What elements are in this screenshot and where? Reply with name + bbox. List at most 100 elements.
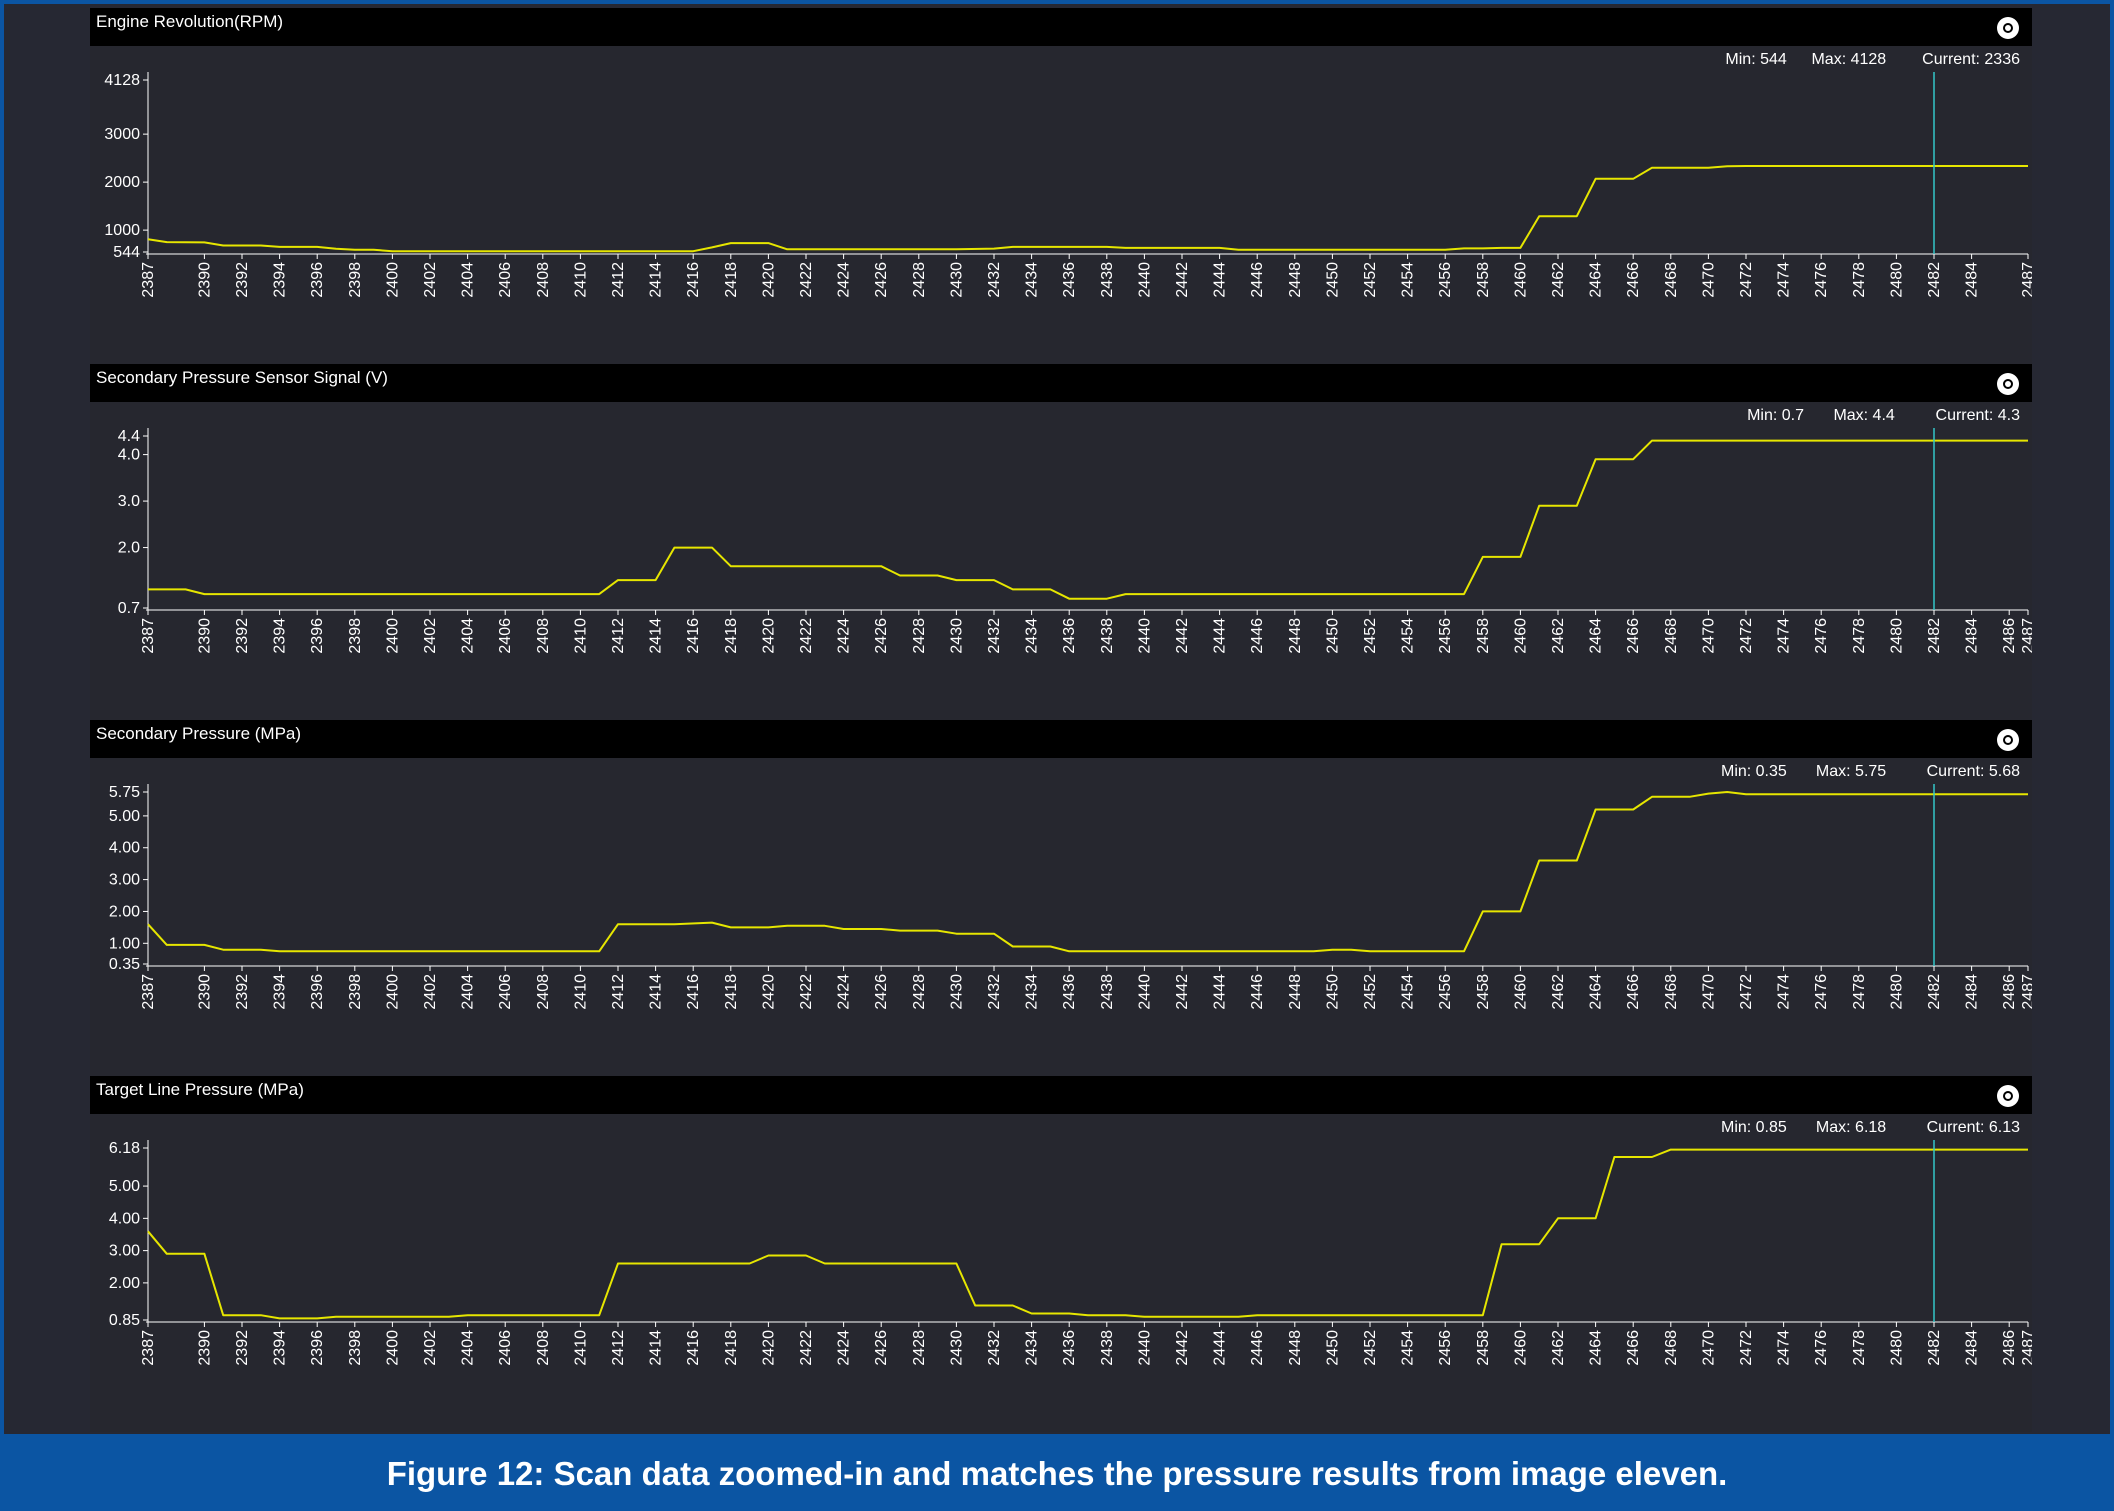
x-tick-label: 2436 [1061, 974, 1078, 1010]
x-tick-label: 2472 [1738, 618, 1755, 654]
y-tick-label: 4.00 [109, 1210, 140, 1227]
x-tick-label: 2400 [384, 262, 401, 298]
x-tick-label: 2474 [1776, 974, 1793, 1010]
x-tick-label: 2444 [1212, 618, 1229, 654]
y-tick-label: 2.0 [118, 540, 140, 557]
x-tick-label: 2387 [140, 262, 157, 298]
x-tick-label: 2420 [760, 618, 777, 654]
plot-background [90, 402, 2032, 720]
y-tick-label: 5.75 [109, 784, 140, 801]
x-tick-label: 2406 [497, 262, 514, 298]
x-tick-label: 2422 [798, 1330, 815, 1366]
x-tick-label: 2436 [1061, 618, 1078, 654]
chart-plot: Current: 6.13 Max: 6.18 Min: 0.85 0.85 2.00 3… [90, 1114, 2032, 1432]
x-tick-label: 2420 [760, 262, 777, 298]
x-tick-label: 2396 [309, 618, 326, 654]
x-tick-label: 2394 [272, 262, 289, 298]
x-tick-label: 2460 [1512, 1330, 1529, 1366]
x-tick-label: 2482 [1926, 618, 1943, 654]
x-tick-label: 2476 [1813, 618, 1830, 654]
x-tick-label: 2466 [1625, 974, 1642, 1010]
x-tick-label: 2442 [1174, 262, 1191, 298]
x-tick-label: 2468 [1663, 262, 1680, 298]
y-tick-label: 0.85 [109, 1312, 140, 1329]
x-tick-label: 2484 [1964, 618, 1981, 654]
x-tick-label: 2432 [986, 262, 1003, 298]
max-readout: Max: 4128 [1811, 51, 1886, 68]
y-tick-label: 2.00 [109, 903, 140, 920]
x-tick-label: 2420 [760, 974, 777, 1010]
x-tick-label: 2402 [422, 1330, 439, 1366]
x-tick-label: 2474 [1776, 262, 1793, 298]
x-tick-label: 2468 [1663, 618, 1680, 654]
x-tick-label: 2476 [1813, 974, 1830, 1010]
y-tick-label: 3.00 [109, 1243, 140, 1260]
x-tick-label: 2466 [1625, 618, 1642, 654]
x-tick-label: 2478 [1851, 974, 1868, 1010]
x-tick-label: 2450 [1324, 1330, 1341, 1366]
gear-icon[interactable] [1994, 14, 2022, 42]
x-tick-label: 2416 [685, 618, 702, 654]
x-tick-label: 2396 [309, 262, 326, 298]
x-tick-label: 2442 [1174, 1330, 1191, 1366]
x-tick-label: 2470 [1700, 1330, 1717, 1366]
x-tick-label: 2438 [1099, 262, 1116, 298]
x-tick-label: 2410 [572, 1330, 589, 1366]
x-tick-label: 2450 [1324, 974, 1341, 1010]
x-tick-label: 2432 [986, 974, 1003, 1010]
x-tick-label: 2430 [948, 1330, 965, 1366]
x-tick-label: 2392 [234, 1330, 251, 1366]
x-tick-label: 2454 [1400, 618, 1417, 654]
x-tick-label: 2430 [948, 974, 965, 1010]
y-tick-label: 544 [113, 244, 140, 261]
x-tick-label: 2392 [234, 262, 251, 298]
x-tick-label: 2446 [1249, 618, 1266, 654]
x-tick-label: 2434 [1024, 974, 1041, 1010]
x-tick-label: 2418 [723, 262, 740, 298]
chart-plot: Current: 5.68 Max: 5.75 Min: 0.35 0.35 1.00 2… [90, 758, 2032, 1076]
x-tick-label: 2482 [1926, 1330, 1943, 1366]
plot-background [90, 758, 2032, 1076]
x-tick-label: 2398 [347, 618, 364, 654]
x-tick-label: 2398 [347, 1330, 364, 1366]
x-tick-label: 2396 [309, 1330, 326, 1366]
x-tick-label: 2394 [272, 618, 289, 654]
gear-icon[interactable] [1994, 726, 2022, 754]
x-tick-label: 2438 [1099, 1330, 1116, 1366]
x-tick-label: 2404 [460, 974, 477, 1010]
min-readout: Min: 544 [1725, 51, 1786, 68]
x-tick-label: 2410 [572, 618, 589, 654]
chart-title: Target Line Pressure (MPa) [96, 1080, 304, 1099]
x-tick-label: 2398 [347, 974, 364, 1010]
y-tick-label: 3.00 [109, 872, 140, 889]
gear-icon[interactable] [1994, 1082, 2022, 1110]
x-tick-label: 2470 [1700, 974, 1717, 1010]
x-tick-label: 2476 [1813, 262, 1830, 298]
chart-title: Secondary Pressure Sensor Signal (V) [96, 368, 388, 387]
x-tick-label: 2450 [1324, 262, 1341, 298]
x-tick-label: 2470 [1700, 618, 1717, 654]
x-tick-label: 2396 [309, 974, 326, 1010]
x-tick-label: 2462 [1550, 262, 1567, 298]
x-tick-label: 2420 [760, 1330, 777, 1366]
x-tick-label: 2424 [836, 1330, 853, 1366]
x-tick-label: 2448 [1287, 262, 1304, 298]
x-tick-label: 2414 [648, 262, 665, 298]
min-readout: Min: 0.7 [1747, 407, 1804, 424]
x-tick-label: 2444 [1212, 262, 1229, 298]
gear-icon[interactable] [1994, 370, 2022, 398]
x-tick-label: 2404 [460, 618, 477, 654]
x-tick-label: 2412 [610, 262, 627, 298]
x-tick-label: 2402 [422, 974, 439, 1010]
chart-plot: Current: 2336 Max: 4128 Min: 544 544 1000 200… [90, 46, 2032, 364]
x-tick-label: 2444 [1212, 974, 1229, 1010]
x-tick-label: 2404 [460, 262, 477, 298]
x-tick-label: 2398 [347, 262, 364, 298]
x-tick-label: 2468 [1663, 974, 1680, 1010]
x-tick-label: 2387 [140, 1330, 157, 1366]
x-tick-label: 2462 [1550, 974, 1567, 1010]
x-tick-label: 2448 [1287, 974, 1304, 1010]
x-tick-label: 2434 [1024, 1330, 1041, 1366]
x-tick-label: 2462 [1550, 618, 1567, 654]
x-tick-label: 2387 [140, 618, 157, 654]
